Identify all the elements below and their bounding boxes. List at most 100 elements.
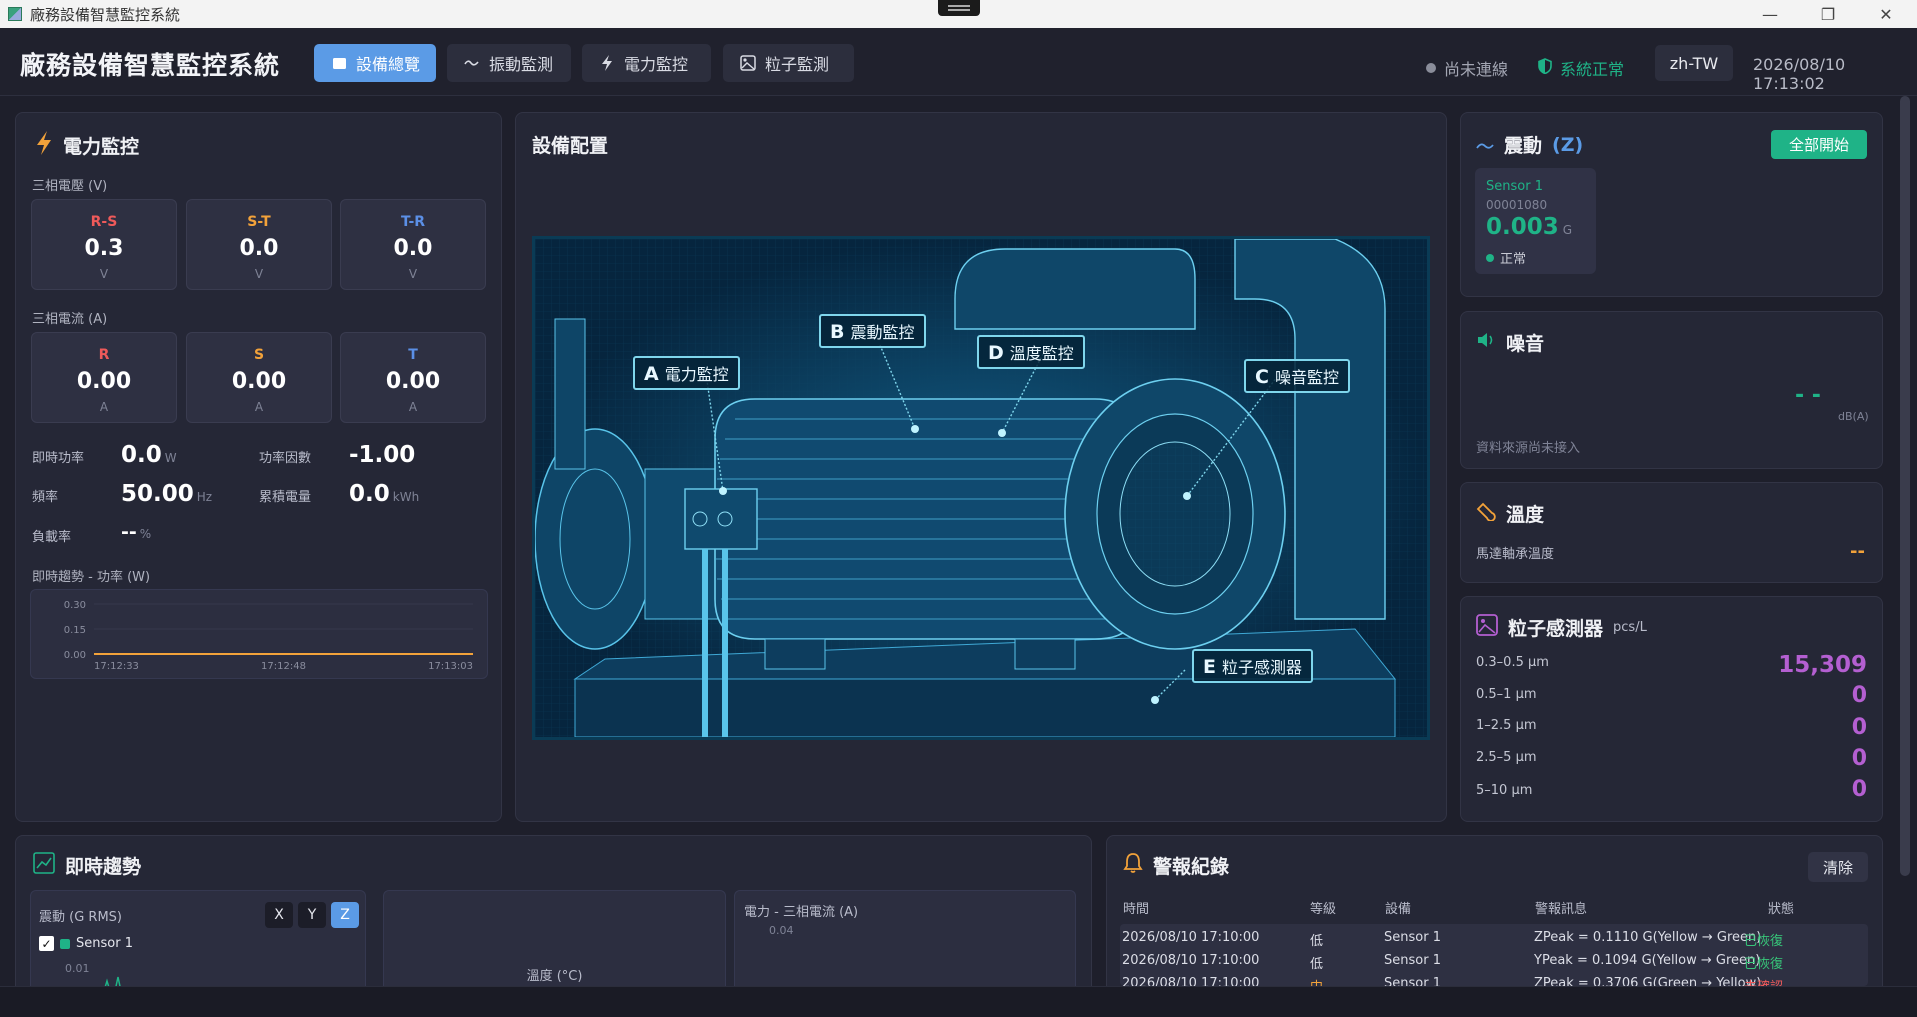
power-trend-title: 即時趨勢 - 功率 (W) — [32, 570, 151, 585]
axis-y-button[interactable]: Y — [298, 902, 326, 928]
y-tick-label: 0.30 — [64, 600, 86, 611]
noise-note: 資料來源尚未接入 — [1476, 441, 1581, 456]
x-tick-label: 17:12:48 — [261, 661, 306, 672]
noise-value: - - — [1795, 383, 1821, 408]
current-t-card: T 0.00 A — [340, 332, 486, 423]
tab-label: 電力監控 — [624, 55, 689, 74]
clear-alarms-button[interactable]: 清除 — [1808, 852, 1868, 882]
tab-overview[interactable]: 設備總覽 — [314, 44, 436, 82]
callout-power[interactable]: A 電力監控 — [633, 356, 740, 390]
status-bar — [0, 986, 1917, 1017]
system-status: 系統正常 — [1538, 56, 1624, 80]
y-tick-label: 0.15 — [64, 625, 86, 636]
temperature-chart-title: 溫度 (°C) — [526, 969, 583, 984]
legend-sensor-1[interactable]: ✓ Sensor 1 — [39, 936, 133, 951]
noise-unit: dB(A) — [1838, 410, 1869, 423]
tab-power[interactable]: 電力監控 — [582, 44, 711, 82]
voltage-label: 三相電壓 (V) — [32, 179, 108, 194]
particle-icon — [1476, 614, 1498, 641]
energy-value: 0.0 kWh — [349, 481, 420, 507]
vibration-sensor-card[interactable]: Sensor 1 00001080 0.003 G 正常 — [1475, 168, 1596, 274]
voltage-rs-card: R-S 0.3 V — [31, 199, 177, 290]
callout-vibration[interactable]: B 震動監控 — [819, 314, 926, 348]
particle-row-label: 0.5–1 μm — [1476, 687, 1537, 702]
alarm-row[interactable]: 2026/08/10 17:10:00 低 Sensor 1 ZPeak = 0… — [1108, 926, 1868, 949]
lightning-icon — [598, 55, 616, 71]
power-trend-chart: 0.30 0.15 0.00 17:12:33 17:12:48 17:13:03 — [30, 589, 488, 679]
instant-power-value: 0.0 W — [121, 442, 177, 468]
particle-row-value: 0 — [1851, 715, 1867, 740]
speaker-icon — [1476, 331, 1496, 354]
x-tick-label: 17:13:03 — [428, 661, 473, 672]
window-grip-handle[interactable] — [938, 0, 980, 16]
col-message: 警報訊息 — [1535, 902, 1588, 917]
tab-particles[interactable]: 粒子監測 — [723, 44, 854, 82]
system-status-text: 系統正常 — [1560, 60, 1625, 79]
realtime-trends-title: 即時趨勢 — [33, 852, 141, 879]
minimize-button[interactable]: — — [1742, 0, 1798, 28]
os-titlebar: 廠務設備智慧監控系統 — ❐ ✕ — [0, 0, 1917, 28]
callout-particles[interactable]: E 粒子感測器 — [1192, 649, 1313, 683]
connection-status-text: 尚未連線 — [1444, 60, 1509, 79]
frequency-value: 50.00 Hz — [121, 481, 213, 507]
current-s-card: S 0.00 A — [186, 332, 332, 423]
axis-x-button[interactable]: X — [265, 902, 293, 928]
overview-icon — [330, 57, 348, 69]
sensor-status: 正常 — [1486, 248, 1526, 267]
checkbox-sensor-1[interactable]: ✓ — [39, 936, 54, 951]
wave-icon — [463, 58, 481, 68]
temperature-panel — [1460, 482, 1883, 583]
particle-row-value: 15,309 — [1778, 652, 1867, 678]
callout-temperature[interactable]: D 溫度監控 — [977, 335, 1085, 369]
current-chart-ytick: 0.04 — [769, 924, 794, 937]
vibration-panel-title: 震動 (Z) — [1476, 131, 1583, 158]
noise-panel-title: 噪音 — [1476, 329, 1544, 356]
vibration-chart-title: 震動 (G RMS) — [39, 910, 122, 925]
thermometer-icon — [1476, 501, 1496, 526]
load-label: 負載率 — [32, 530, 72, 545]
start-all-button[interactable]: 全部開始 — [1771, 130, 1867, 159]
tab-vibration[interactable]: 振動監測 — [447, 44, 571, 82]
energy-label: 累積電量 — [259, 490, 312, 505]
current-chart-title: 電力 - 三相電流 (A) — [744, 905, 859, 920]
particle-row-value: 0 — [1851, 777, 1867, 802]
shield-icon — [1538, 58, 1552, 78]
temperature-label: 馬達軸承溫度 — [1476, 547, 1555, 562]
alarm-row[interactable]: 2026/08/10 17:10:00 低 Sensor 1 YPeak = 0… — [1108, 949, 1868, 972]
particles-unit: pcs/L — [1613, 620, 1647, 635]
app-header: 廠務設備智慧監控系統 設備總覽 振動監測 電力監控 粒子監測 尚未連線 系統正常… — [0, 28, 1917, 96]
current-r-card: R 0.00 A — [31, 332, 177, 423]
language-selector[interactable]: zh-TW — [1655, 45, 1733, 81]
maximize-button[interactable]: ❐ — [1800, 0, 1856, 28]
wave-icon — [1476, 134, 1494, 156]
col-time: 時間 — [1123, 902, 1150, 917]
x-tick-label: 17:12:33 — [94, 661, 139, 672]
col-level: 等級 — [1310, 902, 1337, 917]
tab-label: 粒子監測 — [765, 55, 830, 74]
tab-label: 振動監測 — [489, 55, 554, 74]
temperature-value: -- — [1850, 541, 1865, 562]
app-icon — [8, 7, 22, 21]
axis-z-button[interactable]: Z — [331, 902, 359, 928]
bell-icon — [1123, 852, 1143, 879]
particle-row-value: 0 — [1851, 683, 1867, 708]
alarm-row[interactable]: 2026/08/10 17:10:00 中 Sensor 1 ZPeak = 0… — [1108, 972, 1868, 986]
particle-row-value: 0 — [1851, 746, 1867, 771]
temperature-panel-title: 溫度 — [1476, 500, 1544, 527]
callout-noise[interactable]: C 噪音監控 — [1244, 359, 1350, 393]
y-tick-label: 0.00 — [64, 650, 86, 661]
col-device: 設備 — [1385, 902, 1412, 917]
voltage-st-card: S-T 0.0 V — [186, 199, 332, 290]
sensor-value: 0.003 G — [1486, 214, 1573, 240]
instant-power-label: 即時功率 — [32, 451, 85, 466]
current-label: 三相電流 (A) — [32, 312, 108, 327]
load-value: --% — [121, 521, 152, 543]
col-status: 狀態 — [1768, 902, 1795, 917]
alarm-log-title: 警報紀錄 — [1123, 852, 1229, 879]
equipment-panel-title: 設備配置 — [532, 135, 609, 157]
page-scrollbar[interactable] — [1900, 96, 1910, 876]
status-dot — [1426, 63, 1436, 73]
equipment-diagram: A 電力監控 B 震動監控 C 噪音監控 D 溫度監控 E 粒子感測器 — [532, 236, 1430, 740]
power-trend-svg: 0.30 0.15 0.00 17:12:33 17:12:48 17:13:03 — [64, 600, 473, 672]
close-button[interactable]: ✕ — [1858, 0, 1914, 28]
